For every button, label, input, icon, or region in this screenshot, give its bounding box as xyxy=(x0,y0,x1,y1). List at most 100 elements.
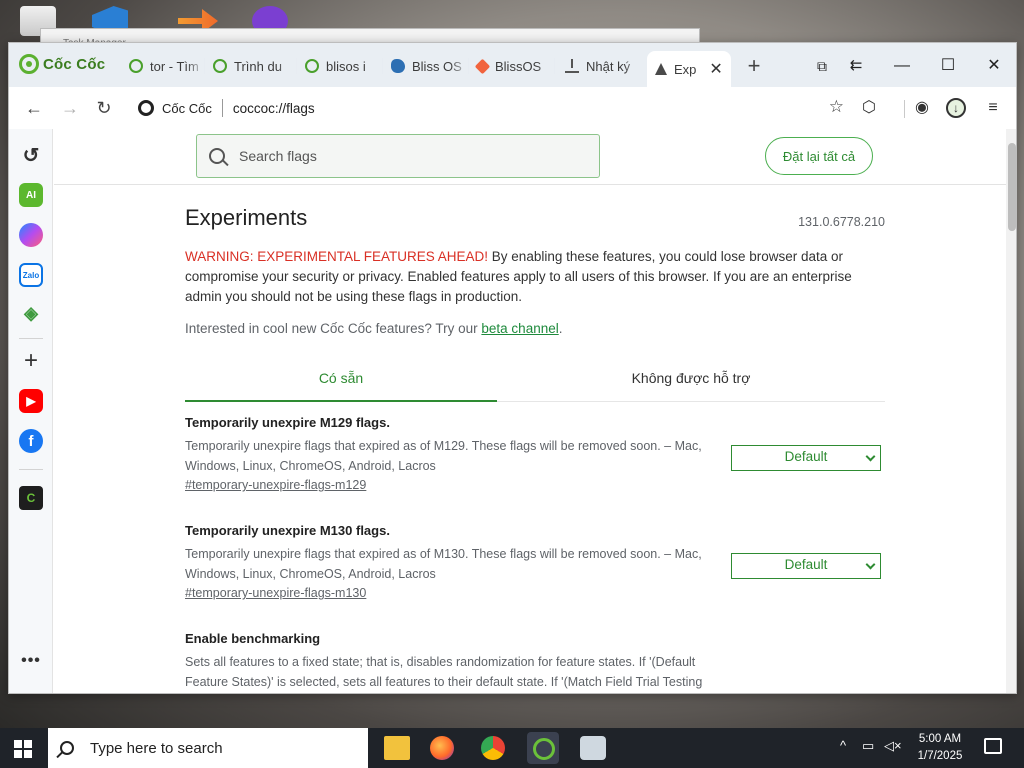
windows-start-icon[interactable] xyxy=(14,740,32,758)
taskbar-search-text: Type here to search xyxy=(90,739,223,757)
sidebar: ↺ AI Zalo ◈ + ▶ f C ••• xyxy=(9,129,53,693)
tab-available[interactable]: Có sẵn xyxy=(185,358,497,402)
taskbar: Type here to search ^ ▭ ◁× 5:00 AM 1/7/2… xyxy=(0,728,1024,768)
notification-icon[interactable] xyxy=(984,738,1002,754)
search-icon xyxy=(60,741,74,755)
search-flags-input[interactable] xyxy=(239,148,539,164)
tab-trinh-duyet[interactable]: Trình du xyxy=(205,51,297,81)
bookmark-star-icon[interactable]: ☆ xyxy=(829,97,844,117)
beta-channel-link[interactable]: beta channel xyxy=(481,321,558,336)
reload-icon[interactable]: ↻ xyxy=(91,95,117,121)
coccoc-site-icon xyxy=(138,100,154,116)
messenger-icon[interactable] xyxy=(19,223,43,247)
extensions-icon[interactable]: ⬡ xyxy=(856,95,882,121)
tab-unavailable[interactable]: Không được hỗ trợ xyxy=(535,358,847,402)
coccoc-taskbar-icon[interactable] xyxy=(527,732,559,764)
coccoc-favicon-icon xyxy=(213,59,227,73)
tab-label: BlissOS xyxy=(495,58,542,74)
search-box[interactable] xyxy=(196,134,600,178)
coccoc-logo[interactable]: Cốc Cốc xyxy=(19,54,105,74)
tab-bliss-os[interactable]: Bliss OS xyxy=(383,51,469,81)
coccoc-favicon-icon xyxy=(129,59,143,73)
coccoc-logo-icon xyxy=(19,54,39,74)
tab-label: Nhật ký xyxy=(586,58,631,74)
forward-icon[interactable]: → xyxy=(57,95,83,121)
warning-prefix: WARNING: EXPERIMENTAL FEATURES AHEAD! xyxy=(185,249,489,264)
url-text[interactable]: coccoc://flags xyxy=(233,101,315,116)
tab-label: Exp xyxy=(674,61,697,77)
interest-text: Interested in cool new Cốc Cốc features?… xyxy=(185,321,563,336)
version-label: 131.0.6778.210 xyxy=(798,215,885,229)
flags-header: Đặt lại tất cả xyxy=(54,129,1006,185)
profile-icon[interactable]: ◉ xyxy=(909,95,935,121)
tab-blisos[interactable]: blisos i xyxy=(297,51,383,81)
game-controller-icon[interactable]: ◈ xyxy=(19,301,43,325)
tab-close-icon[interactable]: ✕ xyxy=(709,59,722,79)
brand-name: Cốc Cốc xyxy=(43,55,106,73)
volume-muted-icon[interactable]: ◁× xyxy=(884,738,902,754)
tab-downloads[interactable]: Nhật ký xyxy=(557,51,643,81)
more-icon[interactable]: ••• xyxy=(19,649,43,673)
clock[interactable]: 5:00 AM 1/7/2025 xyxy=(905,731,975,765)
tab-list-icon[interactable]: ⇇ xyxy=(843,53,869,79)
chrome-icon[interactable] xyxy=(481,736,505,760)
ai-assistant-icon[interactable]: AI xyxy=(19,183,43,207)
history-icon[interactable]: ↺ xyxy=(19,143,43,167)
flag-description: Sets all features to a fixed state; that… xyxy=(185,655,703,689)
tab-experiments[interactable]: Exp ✕ xyxy=(647,51,731,87)
menu-icon[interactable]: ≡ xyxy=(980,95,1006,121)
browser-window: Cốc Cốc tor - Tìm Trình du blisos i Blis… xyxy=(8,42,1017,694)
flag-description: Temporarily unexpire flags that expired … xyxy=(185,439,702,473)
bliss-favicon-icon xyxy=(391,59,405,73)
tab-strip: Cốc Cốc tor - Tìm Trình du blisos i Blis… xyxy=(9,43,1016,87)
flag-link[interactable]: #temporary-unexpire-flags-m130 xyxy=(185,586,885,600)
toolbar: ← → ↻ Cốc Cốc coccoc://flags ☆ ⬡ ◉ ↓ ≡ xyxy=(9,87,1016,129)
back-icon[interactable]: ← xyxy=(21,95,47,121)
add-sidebar-app-icon[interactable]: + xyxy=(19,347,43,374)
site-name: Cốc Cốc xyxy=(162,100,212,116)
page-title: Experiments xyxy=(185,205,308,230)
task-manager-icon[interactable] xyxy=(580,736,606,760)
tab-blissos-git[interactable]: BlissOS xyxy=(469,51,555,81)
flags-tabs: Có sẵn Không được hỗ trợ xyxy=(185,358,885,402)
tray-chevron-icon[interactable]: ^ xyxy=(840,738,846,753)
flag-item: Enable benchmarking Sets all features to… xyxy=(185,631,885,692)
network-icon[interactable]: ▭ xyxy=(862,738,874,754)
download-favicon-icon xyxy=(565,59,579,73)
flag-title: Temporarily unexpire M130 flags. xyxy=(185,523,390,538)
flag-title: Temporarily unexpire M129 flags. xyxy=(185,415,390,430)
flags-page: Đặt lại tất cả Experiments 131.0.6778.21… xyxy=(54,129,1006,693)
taskbar-search[interactable]: Type here to search xyxy=(48,728,368,768)
firefox-icon[interactable] xyxy=(430,736,454,760)
close-button[interactable]: ✕ xyxy=(981,53,1007,79)
chevron-down-icon xyxy=(865,559,876,570)
chevron-down-icon xyxy=(865,451,876,462)
tab-search-icon[interactable]: ⧉ xyxy=(809,53,835,79)
new-tab-button[interactable]: + xyxy=(742,53,766,79)
tab-label: tor - Tìm xyxy=(150,58,199,74)
tab-label: Trình du xyxy=(234,58,282,74)
youtube-icon[interactable]: ▶ xyxy=(19,389,43,413)
maximize-button[interactable]: ☐ xyxy=(935,53,961,79)
flag-state-select[interactable]: Default xyxy=(731,445,881,471)
tab-label: blisos i xyxy=(326,58,366,74)
scrollbar[interactable] xyxy=(1006,129,1016,693)
coccoc-app-icon[interactable]: C xyxy=(19,486,43,510)
zalo-icon[interactable]: Zalo xyxy=(19,263,43,287)
address-bar[interactable]: Cốc Cốc coccoc://flags ☆ xyxy=(130,93,850,123)
coccoc-favicon-icon xyxy=(305,59,319,73)
flask-favicon-icon xyxy=(655,63,667,75)
clock-time: 5:00 AM xyxy=(918,733,962,745)
flag-description: Temporarily unexpire flags that expired … xyxy=(185,547,702,581)
flag-link[interactable]: #temporary-unexpire-flags-m129 xyxy=(185,478,885,492)
reset-all-button[interactable]: Đặt lại tất cả xyxy=(765,137,873,175)
flag-state-select[interactable]: Default xyxy=(731,553,881,579)
scrollbar-thumb[interactable] xyxy=(1008,143,1016,231)
minimize-button[interactable]: — xyxy=(889,53,915,79)
facebook-icon[interactable]: f xyxy=(19,429,43,453)
tab-tor[interactable]: tor - Tìm xyxy=(121,51,205,81)
file-explorer-icon[interactable] xyxy=(384,736,410,760)
tab-label: Bliss OS xyxy=(412,58,462,74)
download-icon[interactable]: ↓ xyxy=(946,98,966,118)
flag-item: Temporarily unexpire M129 flags. Tempora… xyxy=(185,415,885,492)
